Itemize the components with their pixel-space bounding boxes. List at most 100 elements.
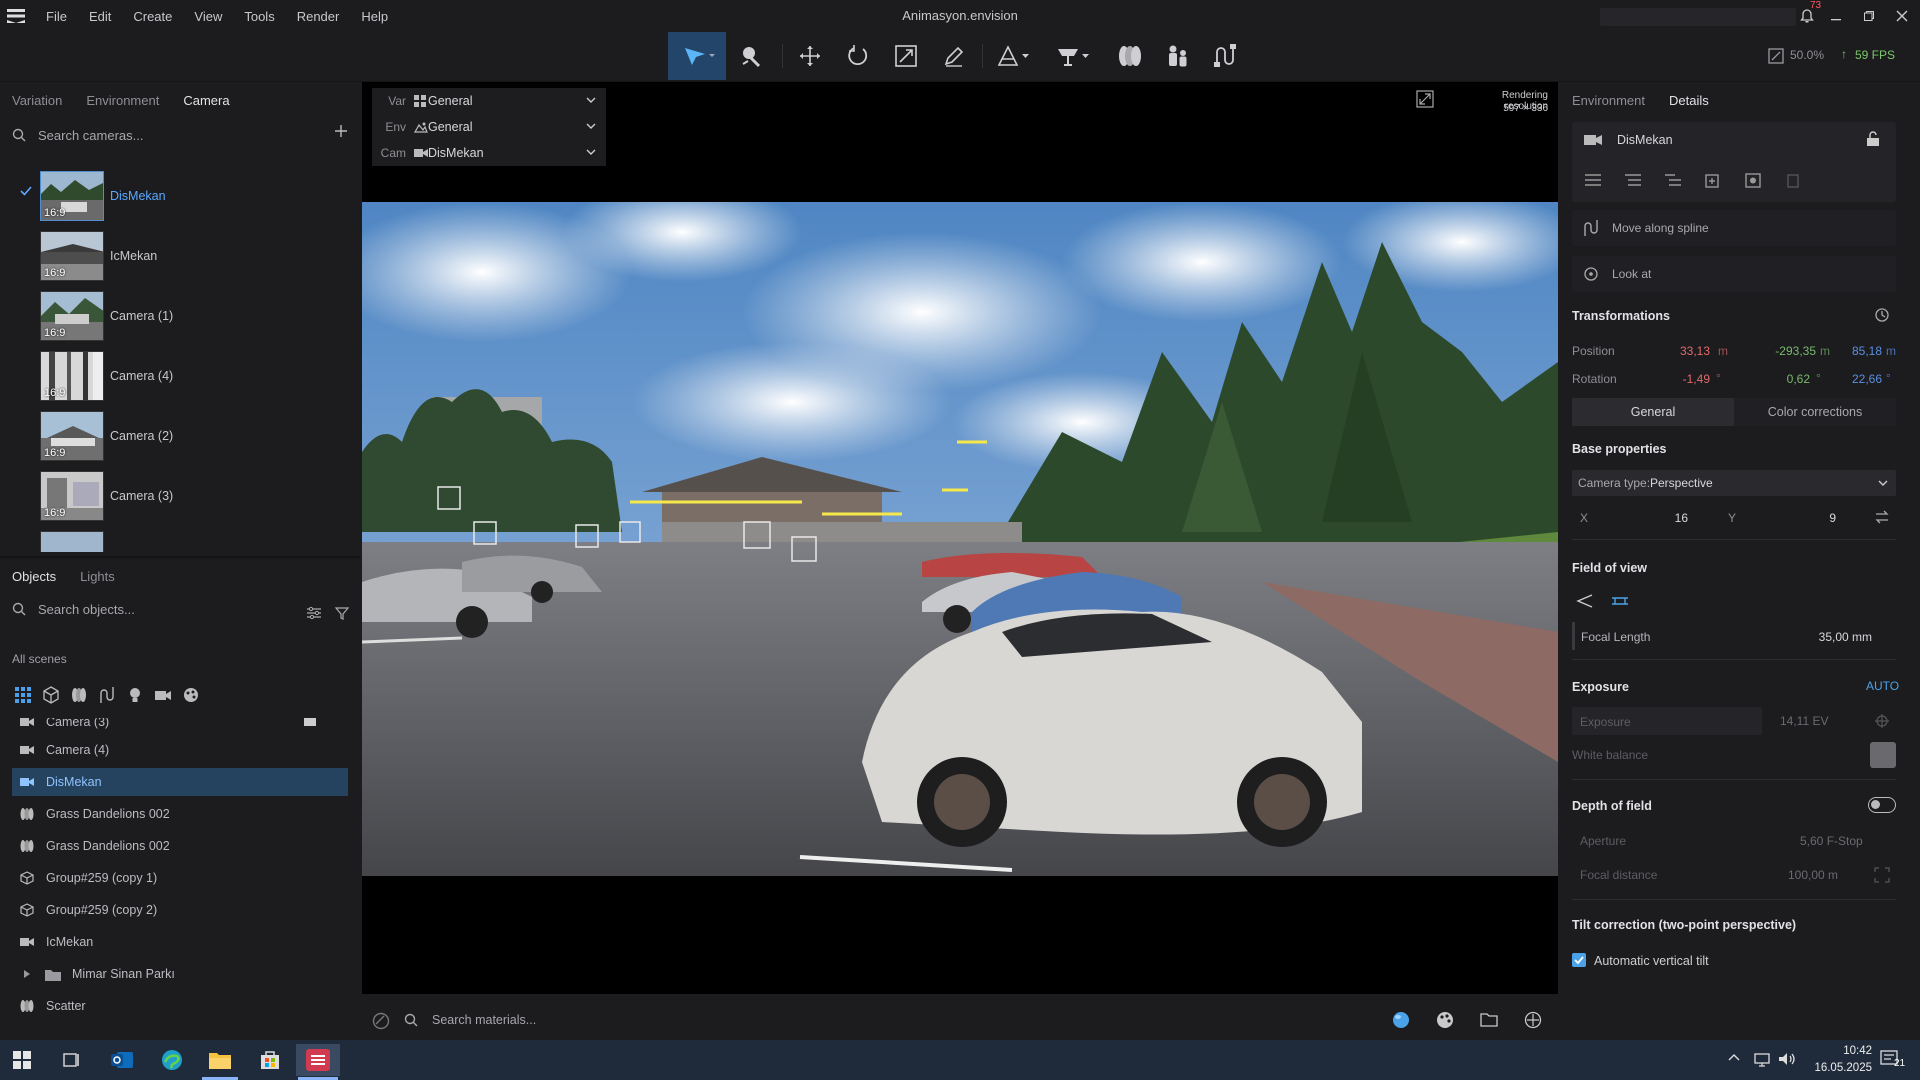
- hierarchy-icon[interactable]: [1664, 172, 1682, 188]
- tab-environment-details[interactable]: Environment: [1560, 93, 1657, 108]
- fullscreen-icon[interactable]: [1416, 90, 1434, 108]
- people-tool-button[interactable]: [1156, 36, 1200, 76]
- menu-render[interactable]: Render: [289, 9, 348, 24]
- rotation-z-field[interactable]: 22,66: [1786, 365, 1882, 391]
- windows-start-icon[interactable]: [2, 1044, 42, 1076]
- tab-environment[interactable]: Environment: [74, 93, 171, 108]
- aspect-y-field[interactable]: Y 9: [1720, 504, 1850, 530]
- clock-time[interactable]: 10:42: [1812, 1045, 1872, 1057]
- group-icon[interactable]: [1624, 172, 1642, 188]
- rotate-tool-button[interactable]: [836, 36, 880, 76]
- terrain-tool-button[interactable]: [992, 36, 1036, 76]
- tab-details[interactable]: Details: [1657, 93, 1721, 108]
- material-search-input[interactable]: Search materials...: [432, 1013, 536, 1027]
- camera-type-dropdown[interactable]: Camera type: Perspective: [1572, 470, 1896, 496]
- restore-icon[interactable]: [1859, 6, 1879, 26]
- tab-color-corrections[interactable]: Color corrections: [1734, 398, 1896, 426]
- tab-variation[interactable]: Variation: [0, 93, 74, 108]
- texture-icon[interactable]: [1524, 1011, 1542, 1029]
- file-explorer-icon[interactable]: [200, 1044, 240, 1076]
- vegetation-tool-button[interactable]: [1108, 36, 1152, 76]
- chevron-up-icon[interactable]: [1728, 1053, 1740, 1061]
- position-z-field[interactable]: 85,18: [1786, 337, 1882, 363]
- list-item[interactable]: Camera (4): [12, 736, 348, 764]
- filter-spline-icon[interactable]: [98, 686, 116, 704]
- menu-file[interactable]: File: [38, 9, 75, 24]
- reset-transform-icon[interactable]: [1874, 307, 1890, 323]
- list-item[interactable]: Scatter: [12, 992, 348, 1020]
- look-at-button[interactable]: Look at: [1572, 256, 1896, 292]
- move-tool-button[interactable]: [788, 36, 832, 76]
- list-item[interactable]: Group#259 (copy 1): [12, 864, 348, 892]
- list-item[interactable]: Camera (3): [12, 718, 348, 736]
- network-icon[interactable]: [1754, 1051, 1770, 1067]
- app-logo-icon[interactable]: [0, 0, 32, 32]
- variation-dropdown[interactable]: Var General: [372, 88, 606, 114]
- menu-create[interactable]: Create: [125, 9, 180, 24]
- camera-dropdown[interactable]: Cam DisMekan: [372, 140, 606, 166]
- camera-search[interactable]: Search cameras...: [0, 118, 360, 152]
- list-view-icon[interactable]: [1584, 172, 1602, 188]
- sphere-material-icon[interactable]: [1392, 1011, 1410, 1029]
- tab-general[interactable]: General: [1572, 398, 1734, 426]
- focus-picker-icon[interactable]: [1874, 867, 1890, 883]
- material-picker-icon[interactable]: [372, 1012, 390, 1030]
- camera-item-camera-2[interactable]: 16:9 Camera (2): [0, 408, 360, 464]
- filter-settings-icon[interactable]: [306, 606, 322, 620]
- palette-icon[interactable]: [1436, 1011, 1454, 1029]
- scene-render-image[interactable]: [362, 202, 1558, 876]
- auto-tilt-checkbox[interactable]: [1572, 953, 1586, 967]
- white-balance-swatch[interactable]: [1870, 742, 1896, 768]
- snapshot-icon[interactable]: [1744, 172, 1762, 188]
- depth-of-field-toggle[interactable]: [1868, 797, 1896, 813]
- scale-tool-button[interactable]: [884, 36, 928, 76]
- exposure-slider[interactable]: Exposure: [1572, 707, 1762, 735]
- move-along-spline-button[interactable]: Move along spline: [1572, 210, 1896, 246]
- fov-angle-icon[interactable]: [1576, 593, 1594, 609]
- list-item[interactable]: Grass Dandelions 002: [12, 832, 348, 860]
- list-item[interactable]: Group#259 (copy 2): [12, 896, 348, 924]
- task-view-icon[interactable]: [52, 1044, 92, 1076]
- filter-light-icon[interactable]: [126, 686, 144, 704]
- camera-item-partial[interactable]: [0, 528, 360, 552]
- list-item[interactable]: Grass Dandelions 002: [12, 800, 348, 828]
- filter-camera-icon[interactable]: [154, 686, 172, 704]
- expand-arrow-icon[interactable]: [18, 965, 36, 983]
- camera-item-camera-4[interactable]: 16:9 Camera (4): [0, 348, 360, 404]
- menu-tools[interactable]: Tools: [236, 9, 282, 24]
- select-tool-button[interactable]: [668, 32, 726, 80]
- outlook-icon[interactable]: [102, 1044, 142, 1076]
- folder-icon[interactable]: [1480, 1012, 1498, 1027]
- minimize-icon[interactable]: [1826, 6, 1846, 26]
- aspect-x-field[interactable]: X 16: [1572, 504, 1698, 530]
- render-viewport[interactable]: Var General Env General Cam DisMekan Ren…: [362, 82, 1558, 994]
- clear-filter-icon[interactable]: [334, 605, 350, 621]
- add-camera-icon[interactable]: [334, 124, 348, 138]
- exposure-auto-toggle[interactable]: AUTO: [1866, 679, 1899, 693]
- zoom-icon[interactable]: [1768, 48, 1784, 64]
- store-icon[interactable]: [250, 1044, 290, 1076]
- edit-tool-button[interactable]: [932, 36, 976, 76]
- close-icon[interactable]: [1892, 6, 1912, 26]
- fov-focal-icon[interactable]: [1610, 593, 1630, 609]
- camera-item-icmekan[interactable]: 16:9 IcMekan: [0, 228, 360, 284]
- menu-edit[interactable]: Edit: [81, 9, 119, 24]
- swap-aspect-icon[interactable]: [1874, 509, 1890, 525]
- scene-filter-label[interactable]: All scenes: [12, 652, 67, 666]
- duplicate-icon[interactable]: [1704, 172, 1722, 188]
- environment-dropdown[interactable]: Env General: [372, 114, 606, 140]
- camera-item-camera-1[interactable]: 16:9 Camera (1): [0, 288, 360, 344]
- spline-tool-button[interactable]: [1204, 36, 1248, 76]
- camera-search-input[interactable]: Search cameras...: [38, 128, 144, 143]
- list-item[interactable]: Mimar Sinan Parkı: [12, 960, 348, 988]
- camera-item-dismekan[interactable]: 16:9 DisMekan: [0, 168, 360, 224]
- exposure-picker-icon[interactable]: [1874, 713, 1890, 729]
- lock-icon[interactable]: [1866, 131, 1880, 147]
- global-search-input[interactable]: [1600, 8, 1796, 26]
- clock-date[interactable]: 16.05.2025: [1806, 1062, 1872, 1074]
- list-item[interactable]: IcMekan: [12, 928, 348, 956]
- filter-object-icon[interactable]: [42, 686, 60, 704]
- tab-lights[interactable]: Lights: [68, 569, 127, 584]
- tab-objects[interactable]: Objects: [0, 569, 68, 584]
- paint-tool-button[interactable]: [729, 36, 773, 76]
